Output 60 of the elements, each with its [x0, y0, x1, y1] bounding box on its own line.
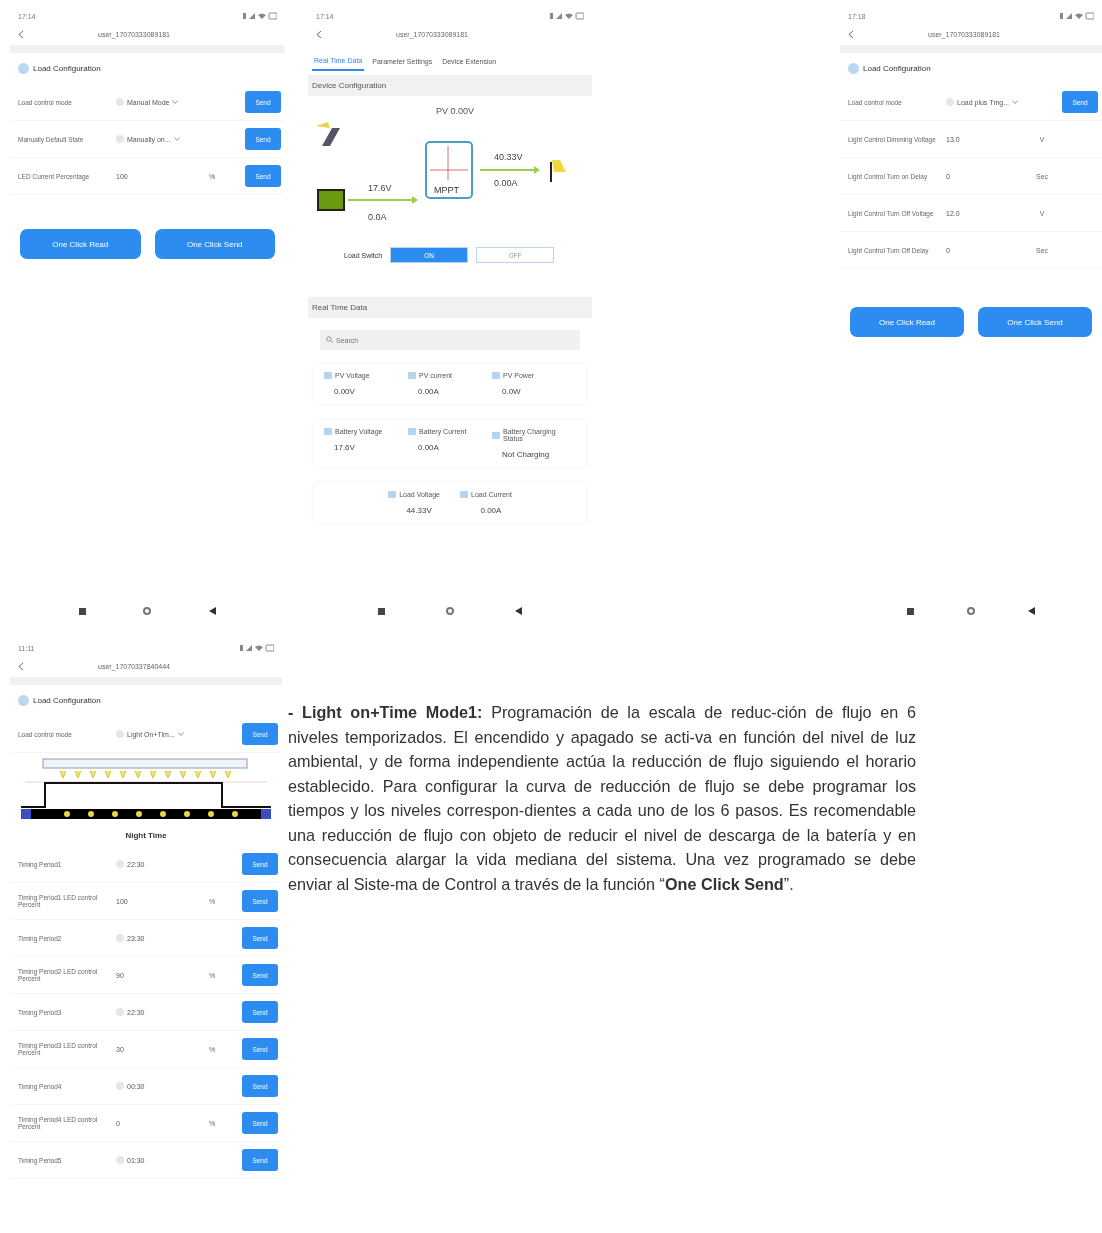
arrow-icon — [347, 196, 418, 204]
section-title: Load Configuration — [33, 64, 101, 73]
controller-label: MPPT — [434, 185, 459, 195]
battery-voltage-reading: 17.6V — [368, 183, 392, 193]
caret-icon — [172, 100, 179, 104]
square-icon[interactable] — [378, 607, 386, 615]
metric-icon — [492, 431, 500, 439]
metric-value: 17.6V — [333, 443, 356, 452]
caret-icon — [177, 732, 184, 736]
gear-icon — [18, 63, 29, 74]
metric-icon — [492, 372, 500, 379]
metric-icon — [460, 491, 468, 498]
action-button[interactable]: One Click Send — [154, 229, 275, 259]
status-icons — [240, 644, 274, 652]
back-icon[interactable] — [514, 607, 522, 615]
back-icon[interactable] — [1028, 607, 1036, 615]
section-header: Device Configuration — [308, 75, 592, 96]
metric-icon — [324, 428, 332, 435]
metric-value: 0.0W — [501, 387, 522, 396]
status-icons — [243, 12, 277, 20]
metric-value: Not Charging — [501, 450, 551, 459]
gear-icon — [848, 63, 859, 74]
metric-icon — [408, 372, 416, 379]
metric-value: 44.33V — [405, 506, 432, 515]
solar-panel-icon — [316, 122, 340, 146]
metric-icon — [388, 491, 397, 498]
search-icon — [326, 336, 333, 343]
metric-value: 0.00A — [479, 506, 502, 515]
gear-icon — [18, 695, 29, 706]
back-icon[interactable] — [209, 607, 217, 615]
section-title: Load Configuration — [33, 696, 101, 705]
status-icons — [1060, 12, 1094, 20]
controller-icon — [425, 141, 473, 199]
metric-icon — [324, 372, 332, 379]
status-icons — [550, 12, 584, 20]
home-icon[interactable] — [967, 607, 975, 615]
arrow-icon — [479, 166, 540, 174]
pv-reading: PV 0.00V — [436, 106, 475, 116]
action-button[interactable]: One Click Read — [20, 229, 141, 259]
section-header: Real Time Data — [308, 297, 592, 318]
lamp-icon — [550, 160, 566, 183]
square-icon[interactable] — [78, 607, 86, 615]
square-icon[interactable] — [906, 607, 914, 615]
description-paragraph: - Light on+Time Mode1: Programación de la escala de reduc-ción de flujo en 6 niveles temporizados. El encendido y apagado se acti-va en función del nivel de luz ambiental, y de forma independiente actúa la reducción de flujo siguiendo el horario establecido. Para configurar la curva de reducción de flujo se debe programar los tiempos y los niveles correspon-dientes a cada uno de los 6 pasos. Es recomendable una reducción de flujo con objeto de reducir el nivel de descarga de la batería y en consecuencia alargar la vida mediana del sistema. Una vez programado se debe enviar al Siste-ma de Control a través de la función “One Click Send”. — [288, 702, 916, 895]
caret-icon — [1012, 100, 1018, 104]
home-icon[interactable] — [143, 607, 152, 615]
action-button[interactable]: One Click Send — [978, 307, 1092, 337]
section-title: Load Configuration — [863, 64, 931, 73]
action-button[interactable]: One Click Read — [850, 307, 964, 337]
battery-icon — [317, 189, 345, 211]
home-icon[interactable] — [446, 607, 454, 615]
battery-current-reading: 0.0A — [368, 212, 387, 222]
chart-caption: Night Time — [125, 831, 167, 840]
load-voltage-reading: 40.33V — [494, 152, 523, 162]
metric-icon — [408, 428, 416, 435]
metric-value: 0.00V — [333, 387, 356, 396]
load-current-reading: 0.00A — [494, 178, 518, 188]
metric-value: 0.00A — [417, 387, 440, 396]
metric-value: 0.00A — [417, 443, 440, 452]
caret-icon — [173, 137, 180, 141]
